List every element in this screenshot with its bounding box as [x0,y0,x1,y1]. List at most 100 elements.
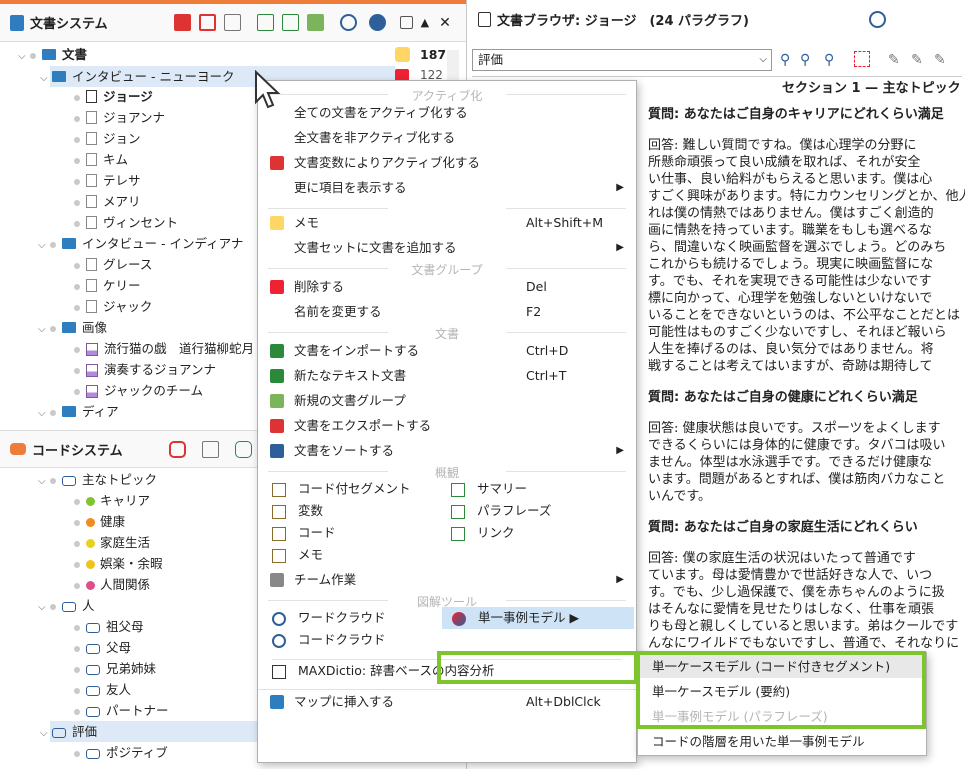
tree-folder-indiana[interactable]: ⌵ インタビュー - インディアナ [38,233,243,254]
code-system-title: コードシステム [32,443,123,459]
insert-map-item[interactable]: マップに挿入する Alt+DblClck [258,689,636,712]
menu-item[interactable]: 新規の文書グループ [258,389,636,412]
cloud-icon [272,611,286,626]
code-remove-icon[interactable]: ⚲ [824,52,834,68]
menu-item[interactable]: 文書セットに文書を追加する ▶ [258,236,636,259]
code-item[interactable]: ポジティブ [74,742,168,763]
menu-item[interactable]: 全文書を非アクティブ化する [258,126,636,149]
visual-tool-item[interactable]: ワードクラウド [272,607,386,629]
menu-item[interactable]: 文書変数によりアクティブ化する [258,151,636,174]
tree-doc[interactable]: ヴィンセント [74,212,178,233]
highlight-box-single-case [437,651,638,684]
menu-item[interactable]: 名前を変更する F2 [258,300,636,323]
chevron-down-icon[interactable]: ⌵ [759,50,767,70]
close-icon[interactable]: ✕ [439,15,451,31]
overview-item[interactable]: メモ [272,544,323,566]
deactivate-docs-icon[interactable] [198,14,216,31]
pen-icon[interactable]: ✎ [934,52,946,68]
pen-icon[interactable]: ✎ [888,52,900,68]
new-code-icon[interactable] [234,440,252,458]
overview-item[interactable]: サマリー [451,478,527,500]
menu-item-label: 名前を変更する [294,304,382,319]
overview-item[interactable]: 変数 [272,500,323,522]
tree-folder-images[interactable]: ⌵ 画像 [38,317,107,338]
tree-doc[interactable]: ケリー [74,275,141,296]
new-text-icon [270,369,284,383]
search-icon[interactable] [868,10,886,28]
activate-codes-icon[interactable] [168,440,186,458]
code-select-dropdown[interactable]: 評価 ⌵ [472,49,772,71]
menu-item-team[interactable]: チーム作業 ▶ [258,568,636,591]
gear-icon[interactable] [368,14,386,31]
menu-item[interactable]: 文書をソートする ▶ [258,439,636,462]
tree-doc[interactable]: ジョージ [74,86,153,107]
code-group[interactable]: ⌵ 人 [38,595,95,616]
code-group-selected[interactable]: ⌵ 評価 [40,721,260,742]
overview-item[interactable]: コード [272,522,336,544]
submenu-item[interactable]: コードの階層を用いた単一事例モデル [638,730,926,753]
code-item[interactable]: 家庭生活 [74,532,150,553]
document-system-icon [10,14,24,31]
filter-docs-icon[interactable] [223,14,241,31]
highlight-code-icon[interactable] [854,51,870,67]
tree-doc[interactable]: ジャック [74,296,152,317]
question-paragraph[interactable]: 質問: あなたはご自身の家庭生活にどれくらい [648,519,965,536]
code-item[interactable]: 兄弟姉妹 [74,658,156,679]
menu-item[interactable]: 削除する Del [258,275,636,298]
activate-docs-icon[interactable] [173,14,191,31]
caret-down-icon[interactable]: ⌵ [40,68,52,89]
search-icon[interactable] [339,14,357,31]
tree-doc[interactable]: ジョン [74,128,141,149]
code-pin-icon[interactable]: ⚲ [780,52,790,68]
code-item[interactable]: 父母 [74,637,131,658]
new-text-icon[interactable] [281,14,299,31]
pen-icon[interactable]: ✎ [911,52,923,68]
memo-icon[interactable] [395,47,410,62]
paragraph-line: ません。体型は水泳選手です。できるだけ健康な [648,455,933,470]
tree-image[interactable]: ジャックのチーム [74,380,203,401]
question-paragraph[interactable]: 質問: あなたはご自身のキャリアにどれくらい満足 [648,106,965,123]
visual-tool-label: ワードクラウド [298,610,386,625]
code-group[interactable]: ⌵ 主なトピック [38,469,157,490]
code-item[interactable]: キャリア [74,490,150,511]
question-paragraph[interactable]: 質問: あなたはご自身の健康にどれくらい満足 [648,389,965,406]
paragraph-line: 回答: 難しい質問ですね。僕は心理学の分野に [648,138,917,153]
menu-item[interactable]: 更に項目を表示する ▶ [258,176,636,199]
code-item[interactable]: 祖父母 [74,616,144,637]
code-item[interactable]: 人間関係 [74,574,150,595]
overview-item[interactable]: リンク [451,522,515,544]
answer-paragraph[interactable]: 回答: 難しい質問ですね。僕は心理学の分野に 所懸命頑張って良い成績を取れば、それ… [648,137,965,375]
code-item[interactable]: 友人 [74,679,131,700]
tree-doc[interactable]: キム [74,149,128,170]
code-item[interactable]: 健康 [74,511,125,532]
new-group-icon[interactable] [306,14,324,31]
visual-tool-item[interactable]: コードクラウド [272,629,386,651]
import-icon[interactable] [256,14,274,31]
tree-doc[interactable]: グレース [74,254,152,275]
code-add-icon[interactable]: ⚲ [800,52,810,68]
tree-image[interactable]: 演奏するジョアンナ [74,359,216,380]
menu-item-label: マップに挿入する [294,694,395,709]
tree-image[interactable]: 流行猫の戯 道行猫柳蛇月 [74,338,254,359]
tree-doc[interactable]: メアリ [74,191,141,212]
menu-item[interactable]: 文書をエクスポートする [258,414,636,437]
maximize-icon[interactable]: ▲ [421,16,429,29]
tree-doc[interactable]: ジョアンナ [74,107,165,128]
undock-icon[interactable] [399,16,413,29]
filter-codes-icon[interactable] [201,440,219,458]
tree-root[interactable]: ⌵ 文書 [18,44,87,65]
tree-doc[interactable]: テレサ [74,170,141,191]
menu-item[interactable]: 文書をインポートする Ctrl+D [258,339,636,362]
menu-item[interactable]: メモ Alt+Shift+M [258,211,636,234]
caret-down-icon[interactable]: ⌵ [18,46,30,67]
answer-paragraph[interactable]: 回答: 健康状態は良いです。スポーツをよくします できるくらいには身体的に健康です… [648,420,965,505]
code-item[interactable]: パートナー [74,700,169,721]
code-item[interactable]: 娯楽・余暇 [74,553,163,574]
single-case-model-item[interactable]: 単一事例モデル ▶ [442,607,634,629]
tree-folder-media[interactable]: ⌵ ディア [38,401,119,422]
paragraph-line: んなにワイルドでもないですし、普通で、それなりに [648,636,960,651]
menu-item[interactable]: 新たなテキスト文書 Ctrl+T [258,364,636,387]
overview-item[interactable]: パラフレーズ [451,500,551,522]
menu-item[interactable]: 全ての文書をアクティブ化する [258,101,636,124]
overview-item[interactable]: コード付セグメント [272,478,411,500]
